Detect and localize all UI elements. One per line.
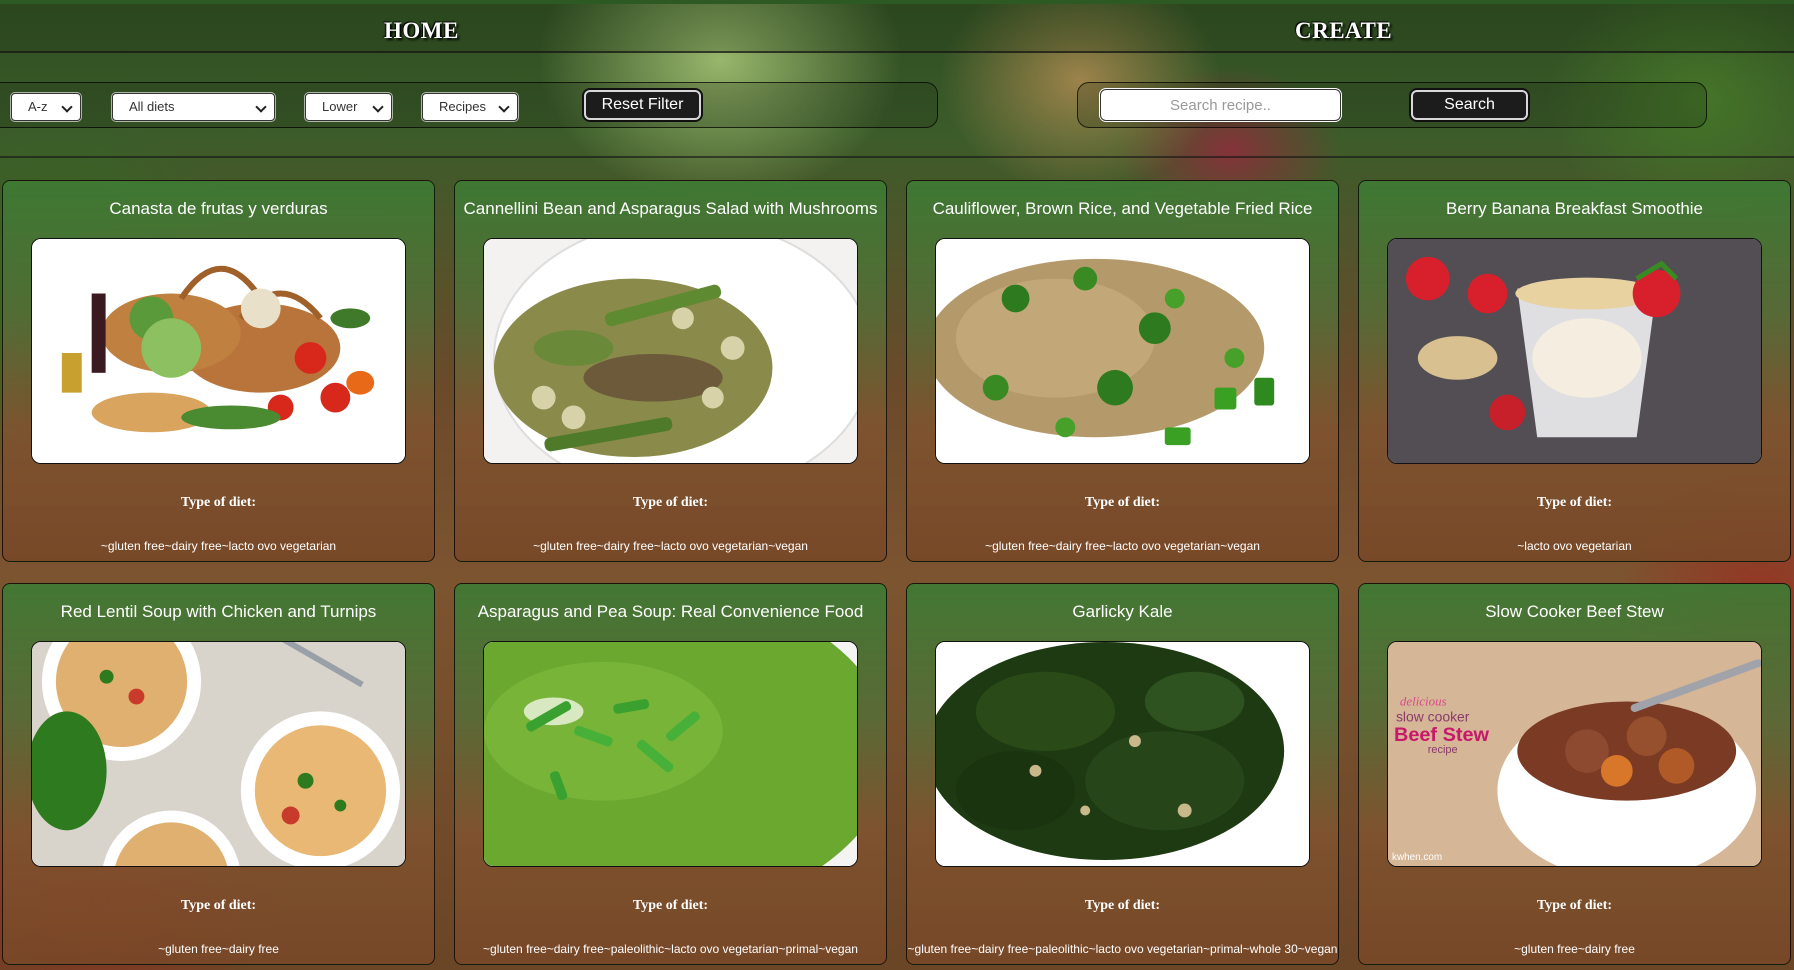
smoothie-photo [1387, 238, 1762, 464]
beef-stew-caption-line4: recipe [1428, 744, 1458, 756]
pea-soup-photo [483, 641, 858, 867]
fried-rice-photo [935, 238, 1310, 464]
recipe-card[interactable]: Garlicky Kale Type of diet: ~gluten free… [906, 583, 1339, 965]
recipe-title: Berry Banana Breakfast Smoothie [1445, 199, 1704, 218]
beef-stew-watermark: kwhen.com [1392, 852, 1442, 863]
diet-list: ~gluten free~dairy free~lacto ovo vegeta… [985, 539, 1260, 553]
recipe-card[interactable]: Cannellini Bean and Asparagus Salad with… [454, 180, 887, 562]
vegetable-basket-photo [31, 238, 406, 464]
recipe-title: Cauliflower, Brown Rice, and Vegetable F… [932, 199, 1313, 218]
diet-type-label: Type of diet: [1536, 898, 1613, 913]
recipe-card[interactable]: Canasta de frutas y verduras Type of die… [2, 180, 435, 562]
diet-type-label: Type of diet: [1536, 495, 1613, 510]
recipe-grid: Canasta de frutas y verduras Type of die… [0, 0, 1794, 970]
recipe-title: Red Lentil Soup with Chicken and Turnips [60, 602, 377, 621]
diet-list: ~gluten free~dairy free~paleolithic~lact… [907, 942, 1338, 956]
beef-stew-caption-line1: delicious [1400, 694, 1447, 708]
recipe-card[interactable]: Red Lentil Soup with Chicken and Turnips… [2, 583, 435, 965]
diet-type-label: Type of diet: [632, 898, 709, 913]
diet-type-label: Type of diet: [632, 495, 709, 510]
recipe-card[interactable]: Berry Banana Breakfast Smoothie Type of … [1358, 180, 1791, 562]
diet-list: ~lacto ovo vegetarian [1517, 539, 1632, 553]
recipe-card[interactable]: Slow Cooker Beef Stew delicious slow coo… [1358, 583, 1791, 965]
kale-photo [935, 641, 1310, 867]
diet-list: ~gluten free~dairy free [158, 942, 279, 956]
beef-stew-photo: delicious slow cooker Beef Stew recipe k… [1387, 641, 1762, 867]
diet-type-label: Type of diet: [1084, 495, 1161, 510]
recipe-title: Cannellini Bean and Asparagus Salad with… [463, 199, 878, 218]
diet-list: ~gluten free~dairy free~paleolithic~lact… [483, 942, 858, 956]
recipe-card[interactable]: Cauliflower, Brown Rice, and Vegetable F… [906, 180, 1339, 562]
diet-list: ~gluten free~dairy free~lacto ovo vegeta… [533, 539, 808, 553]
recipe-title: Asparagus and Pea Soup: Real Convenience… [477, 602, 864, 621]
recipe-title: Garlicky Kale [1072, 602, 1173, 621]
diet-list: ~gluten free~dairy free [1514, 942, 1635, 956]
recipe-title: Canasta de frutas y verduras [109, 199, 328, 218]
recipe-title: Slow Cooker Beef Stew [1485, 602, 1664, 621]
diet-type-label: Type of diet: [1084, 898, 1161, 913]
bean-asparagus-salad-photo [483, 238, 858, 464]
diet-type-label: Type of diet: [180, 898, 257, 913]
beef-stew-caption-line2: slow cooker [1396, 708, 1470, 724]
lentil-soup-photo [31, 641, 406, 867]
beef-stew-caption-line3: Beef Stew [1394, 724, 1490, 746]
diet-type-label: Type of diet: [180, 495, 257, 510]
diet-list: ~gluten free~dairy free~lacto ovo vegeta… [100, 539, 337, 553]
recipe-card[interactable]: Asparagus and Pea Soup: Real Convenience… [454, 583, 887, 965]
